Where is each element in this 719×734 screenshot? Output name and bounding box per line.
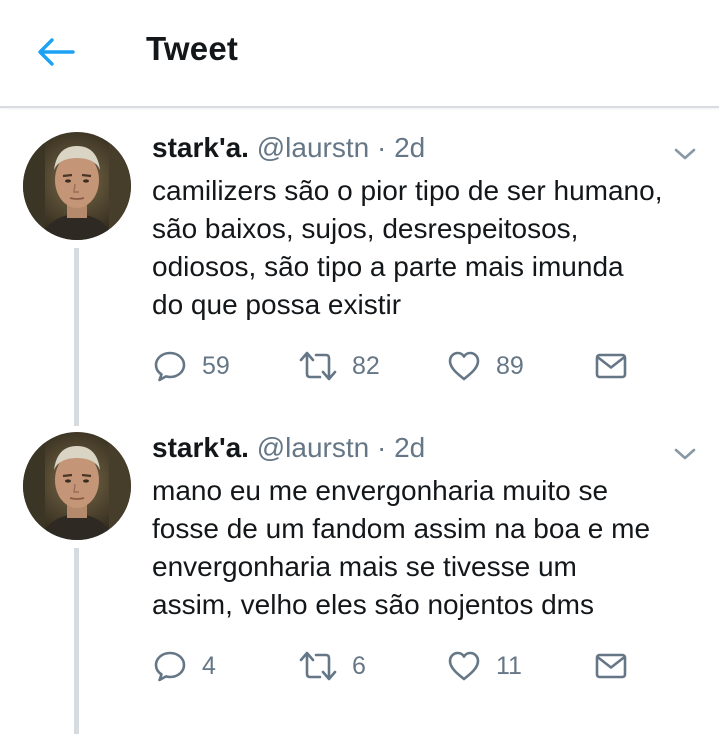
thread-line: [74, 548, 79, 734]
heart-icon: [448, 351, 480, 381]
tweet-text-line: assim, velho eles são nojentos dms: [152, 589, 594, 620]
reply-button[interactable]: 59: [152, 348, 230, 384]
reply-count: 4: [202, 651, 216, 680]
separator: ·: [376, 432, 387, 463]
reply-count: 59: [202, 351, 230, 380]
tweet-header: stark'a. @laurstn · 2d: [152, 132, 425, 164]
heart-icon: [448, 651, 480, 681]
display-name[interactable]: stark'a.: [152, 132, 249, 163]
tweet-text-line: mano eu me envergonharia muito se: [152, 475, 609, 506]
envelope-icon: [595, 653, 627, 679]
like-count: 89: [496, 351, 524, 380]
retweet-button[interactable]: 82: [298, 348, 380, 384]
like-count: 11: [496, 651, 522, 680]
tweet-menu-button[interactable]: [672, 444, 698, 464]
tweet[interactable]: stark'a. @laurstn · 2d mano eu me enverg…: [0, 408, 719, 734]
chevron-down-icon: [674, 448, 696, 460]
avatar-image: [23, 132, 131, 240]
avatar[interactable]: [23, 432, 131, 540]
tweet[interactable]: stark'a. @laurstn · 2d camilizers são o …: [0, 108, 719, 426]
separator: ·: [376, 132, 387, 163]
tweet-text-line: do que possa existir: [152, 289, 402, 320]
back-button[interactable]: [32, 30, 78, 74]
direct-message-button[interactable]: [594, 348, 628, 384]
tweet-header: stark'a. @laurstn · 2d: [152, 432, 425, 464]
tweet-text-line: odiosos, são tipo a parte mais imunda: [152, 251, 624, 282]
thread-line: [74, 248, 79, 426]
reply-button[interactable]: 4: [152, 648, 216, 684]
display-name[interactable]: stark'a.: [152, 432, 249, 463]
tweet-actions: 59 82 89: [152, 348, 652, 388]
arrow-left-icon: [38, 38, 75, 66]
tweet-actions: 4 6 11: [152, 648, 652, 688]
tweet-text: mano eu me envergonharia muito se fosse …: [152, 472, 712, 624]
tweet-text-line: envergonharia mais se tivesse um: [152, 551, 577, 582]
tweet-text-line: camilizers são o pior tipo de ser humano…: [152, 175, 663, 206]
username[interactable]: @laurstn: [257, 432, 369, 463]
tweet-text-line: fosse de um fandom assim na boa e me: [152, 513, 651, 544]
retweet-count: 82: [352, 351, 380, 380]
direct-message-button[interactable]: [594, 648, 628, 684]
username[interactable]: @laurstn: [257, 132, 369, 163]
tweet-menu-button[interactable]: [672, 144, 698, 164]
retweet-count: 6: [352, 651, 366, 680]
timestamp[interactable]: 2d: [394, 132, 425, 163]
page-title: Tweet: [146, 30, 239, 67]
tweet-text-line: são baixos, sujos, desrespeitosos,: [152, 213, 579, 244]
retweet-button[interactable]: 6: [298, 648, 366, 684]
retweet-icon: [299, 651, 337, 681]
retweet-icon: [299, 351, 337, 381]
chevron-down-icon: [674, 148, 696, 160]
like-button[interactable]: 11: [446, 648, 522, 684]
like-button[interactable]: 89: [446, 348, 524, 384]
reply-icon: [154, 651, 186, 682]
envelope-icon: [595, 353, 627, 379]
reply-icon: [154, 351, 186, 382]
top-app-bar: Tweet: [0, 0, 719, 108]
tweet-text: camilizers são o pior tipo de ser humano…: [152, 172, 712, 324]
avatar[interactable]: [23, 132, 131, 240]
avatar-image: [23, 432, 131, 540]
timestamp[interactable]: 2d: [394, 432, 425, 463]
